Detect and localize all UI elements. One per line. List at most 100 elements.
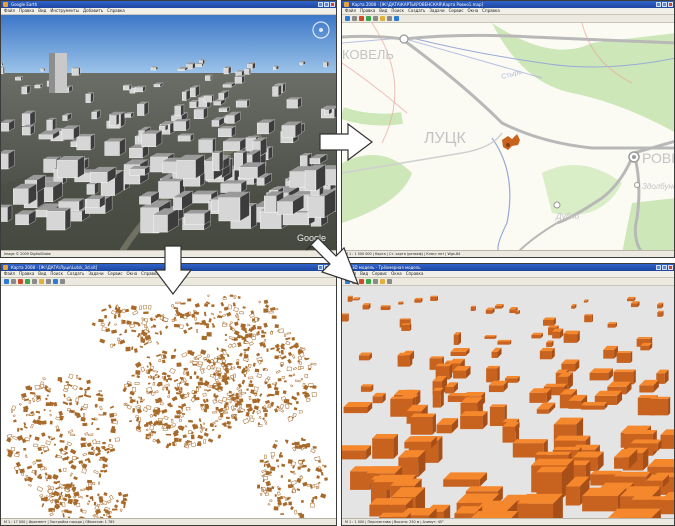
- menu-item[interactable]: Вид: [38, 271, 46, 277]
- building: [430, 295, 438, 301]
- close-button[interactable]: [668, 265, 673, 270]
- building: [57, 155, 85, 179]
- menu-item[interactable]: Создать: [67, 271, 84, 277]
- print-icon[interactable]: [394, 16, 399, 21]
- pan-icon[interactable]: [32, 279, 37, 284]
- city-marker: [399, 34, 409, 44]
- move-icon[interactable]: [373, 279, 378, 284]
- layers-icon[interactable]: [387, 16, 392, 21]
- light-icon[interactable]: [380, 279, 385, 284]
- model-3d-view[interactable]: [342, 286, 674, 519]
- zoom-out-icon[interactable]: [366, 279, 371, 284]
- menu-item[interactable]: Сервис: [108, 271, 123, 277]
- building: [497, 339, 512, 345]
- menu-item[interactable]: Инструменты: [50, 8, 79, 14]
- building: [531, 332, 543, 339]
- menu-item[interactable]: Поиск: [391, 8, 404, 14]
- menu-bar: Файл Правка Вид Инструменты Добавить Спр…: [1, 8, 336, 15]
- menu-item[interactable]: Окна: [391, 271, 402, 277]
- open-icon[interactable]: [345, 16, 350, 21]
- title-bar: Google Earth: [1, 1, 336, 8]
- building: [174, 103, 185, 117]
- menu-item[interactable]: Создать: [408, 8, 425, 14]
- select-icon[interactable]: [39, 279, 44, 284]
- building: [488, 380, 508, 393]
- building: [398, 301, 404, 305]
- building: [46, 207, 71, 231]
- pan-icon[interactable]: [373, 16, 378, 21]
- building: [235, 98, 250, 108]
- building: [234, 75, 245, 84]
- menu-item[interactable]: Файл: [4, 271, 15, 277]
- menu-item[interactable]: Справка: [107, 8, 125, 14]
- building: [203, 94, 214, 103]
- zoom-out-icon[interactable]: [25, 279, 30, 284]
- lutsk-city-marker[interactable]: [502, 134, 520, 150]
- zoom-in-icon[interactable]: [18, 279, 23, 284]
- print-icon[interactable]: [53, 279, 58, 284]
- window-title: Карта 2008 - [Ж:\ДАТА\Луцк\Lutsk_3d.sit]: [11, 265, 98, 270]
- close-button[interactable]: [330, 2, 335, 7]
- menu-item[interactable]: Правка: [19, 271, 34, 277]
- menu-item[interactable]: Файл: [4, 8, 15, 14]
- menu-item[interactable]: Файл: [345, 8, 356, 14]
- measure-icon[interactable]: [60, 279, 65, 284]
- menu-item[interactable]: Окна: [468, 8, 479, 14]
- menu-item[interactable]: Правка: [19, 8, 34, 14]
- menu-item[interactable]: Окна: [127, 271, 138, 277]
- save-icon[interactable]: [352, 16, 357, 21]
- zoom-in-icon[interactable]: [359, 16, 364, 21]
- minimize-button[interactable]: [656, 2, 661, 7]
- map-label-rivne: РОВНО: [642, 150, 674, 166]
- city-plan-view[interactable]: [1, 286, 336, 519]
- google-earth-window: Google Earth Файл Правка Вид Инструменты…: [0, 0, 337, 258]
- menu-item[interactable]: Сервис: [449, 8, 464, 14]
- building: [486, 365, 500, 383]
- open-icon[interactable]: [4, 279, 9, 284]
- menu-item[interactable]: Сервис: [372, 271, 387, 277]
- building: [360, 384, 374, 392]
- window-title: Карта 2008 - [Ж:\ДАТА\КАРТЫ\РОВЕНСКАЯ\Ка…: [352, 2, 484, 7]
- building: [21, 84, 31, 95]
- layers-icon[interactable]: [46, 279, 51, 284]
- minimize-button[interactable]: [318, 2, 323, 7]
- building: [372, 434, 398, 459]
- building: [182, 89, 191, 101]
- zoom-out-icon[interactable]: [366, 16, 371, 21]
- building: [404, 436, 437, 449]
- building: [244, 67, 251, 75]
- save-icon[interactable]: [11, 279, 16, 284]
- menu-item[interactable]: Задачи: [429, 8, 444, 14]
- regional-map-view[interactable]: КОВЕЛЬ ЛУЦК РОВНО Дубно Здолбунов Стырь: [342, 23, 674, 251]
- building: [582, 487, 627, 512]
- building: [13, 183, 37, 205]
- maximize-button[interactable]: [324, 2, 329, 7]
- building: [286, 97, 302, 109]
- building: [198, 137, 216, 153]
- menu-item[interactable]: Поиск: [50, 271, 63, 277]
- building: [184, 209, 211, 225]
- earth-3d-view[interactable]: Google: [1, 15, 336, 251]
- arrow-down-icon: [153, 245, 193, 295]
- building: [1, 149, 15, 170]
- status-bar: М 1 : 17 000 | Фрагмент | Застройка горо…: [1, 518, 336, 525]
- maximize-button[interactable]: [662, 265, 667, 270]
- camera-icon[interactable]: [387, 279, 392, 284]
- building: [86, 181, 100, 195]
- maximize-button[interactable]: [662, 2, 667, 7]
- building: [189, 99, 200, 108]
- close-button[interactable]: [668, 2, 673, 7]
- title-bar: 3D модель - Трёхмерная модель: [342, 264, 674, 271]
- window-title: 3D модель - Трёхмерная модель: [352, 265, 421, 270]
- minimize-button[interactable]: [656, 265, 661, 270]
- building: [343, 401, 373, 414]
- menu-item[interactable]: Правка: [360, 8, 375, 14]
- menu-item[interactable]: Справка: [482, 8, 500, 14]
- select-icon[interactable]: [380, 16, 385, 21]
- menu-item[interactable]: Задачи: [88, 271, 103, 277]
- menu-item[interactable]: Справка: [406, 271, 424, 277]
- menu-item[interactable]: Вид: [38, 8, 46, 14]
- menu-item[interactable]: Вид: [379, 8, 387, 14]
- menu-item[interactable]: Добавить: [83, 8, 103, 14]
- building: [272, 84, 282, 97]
